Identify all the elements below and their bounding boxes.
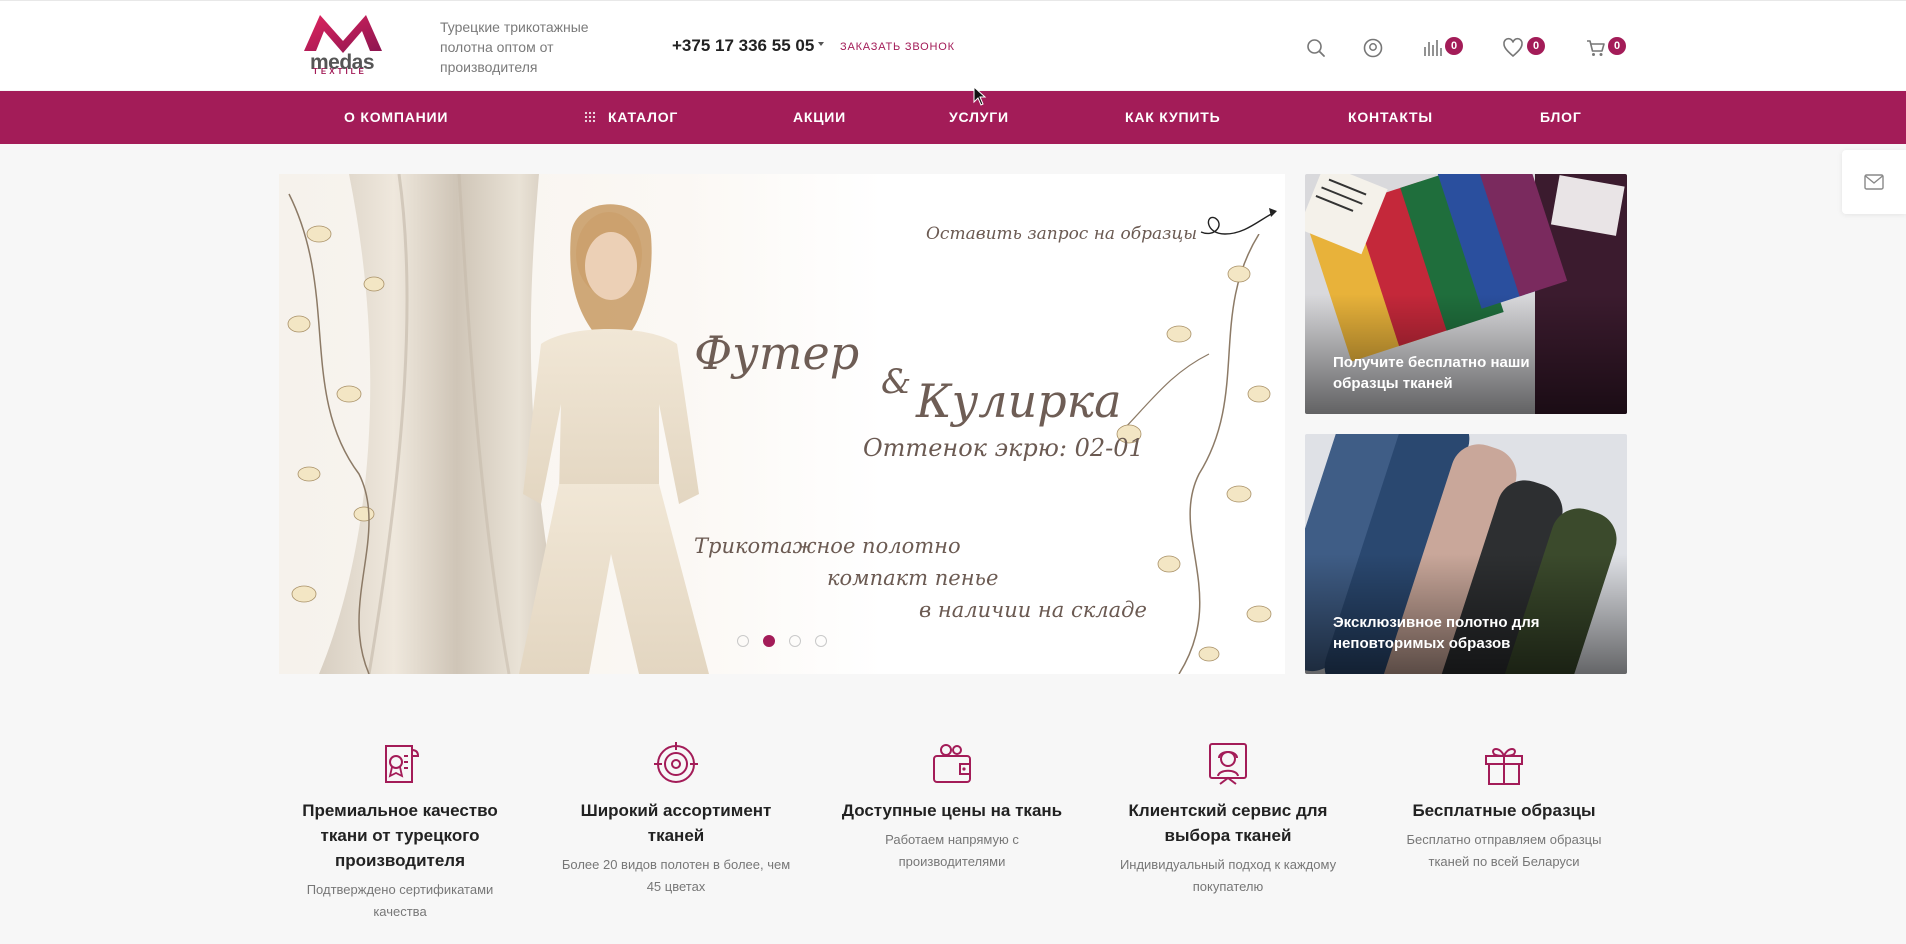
phone-number[interactable]: +375 17 336 55 05 <box>672 36 814 56</box>
compare-icon[interactable] <box>1422 37 1444 59</box>
feature-quality: Премиальное качество ткани от турецкого … <box>285 742 515 923</box>
feature-title: Премиальное качество ткани от турецкого … <box>302 801 498 870</box>
phone-dropdown-icon[interactable] <box>818 42 824 46</box>
nav-item-how-to-buy[interactable]: КАК КУПИТЬ <box>1125 91 1220 144</box>
nav-item-promotions[interactable]: АКЦИИ <box>793 91 846 144</box>
search-icon[interactable] <box>1305 37 1327 59</box>
compare-count-badge: 0 <box>1445 37 1463 55</box>
main-nav: О КОМПАНИИ КАТАЛОГ АКЦИИ УСЛУГИ КАК КУПИ… <box>0 91 1906 144</box>
hero-title-line2: Кулирка <box>916 374 1122 428</box>
page: medas TEXTILE Турецкие трикотажные полот… <box>0 0 1906 944</box>
feature-assortment: Широкий ассортимент тканей Более 20 видо… <box>561 742 791 898</box>
slider-dot-4[interactable] <box>815 635 827 647</box>
wallet-icon <box>933 744 971 783</box>
feature-title: Доступные цены на ткань <box>841 801 1063 820</box>
slider-dot-2[interactable] <box>763 635 775 647</box>
arrow-icon <box>1200 208 1277 235</box>
hero-body-line3: в наличии на складе <box>919 598 1147 622</box>
favorites-count-badge: 0 <box>1527 37 1545 55</box>
support-icon <box>1209 743 1247 785</box>
header: medas TEXTILE Турецкие трикотажные полот… <box>0 0 1906 90</box>
nav-item-contacts[interactable]: КОНТАКТЫ <box>1348 91 1433 144</box>
feature-desc: Бесплатно отправляем образцы тканей по в… <box>1406 832 1602 869</box>
request-samples-link[interactable]: Оставить запрос на образцы <box>926 224 1197 244</box>
feature-title: Широкий ассортимент тканей <box>580 801 772 845</box>
user-icon[interactable] <box>1362 37 1384 59</box>
feature-desc: Более 20 видов полотен в более, чем 45 ц… <box>561 857 791 894</box>
hero-body-line1: Трикотажное полотно <box>694 534 961 558</box>
hero-title-ampersand: & <box>881 362 912 402</box>
promo-card-exclusive-text: Эксклюзивное полотно для неповторимых об… <box>1333 614 1540 652</box>
cart-icon[interactable] <box>1585 37 1607 59</box>
slider-dot-3[interactable] <box>789 635 801 647</box>
hero-banner[interactable]: Оставить запрос на образцы Футер & Кулир… <box>279 174 1285 674</box>
feature-service: Клиентский сервис для выбора тканей Инди… <box>1113 742 1343 898</box>
nav-item-catalog-label: КАТАЛОГ <box>608 109 679 125</box>
nav-item-blog[interactable]: БЛОГ <box>1540 91 1582 144</box>
callback-link[interactable]: ЗАКАЗАТЬ ЗВОНОК <box>840 41 955 53</box>
promo-card-samples-text: Получите бесплатно наши образцы тканей <box>1333 354 1530 392</box>
feature-free-samples: Бесплатные образцы Бесплатно отправляем … <box>1389 742 1619 873</box>
feature-desc: Индивидуальный подход к каждому покупате… <box>1119 857 1337 894</box>
hero-shade: Оттенок экрю: 02-01 <box>863 434 1144 462</box>
promo-card-exclusive[interactable]: Эксклюзивное полотно для неповторимых об… <box>1305 434 1627 674</box>
nav-item-company[interactable]: О КОМПАНИИ <box>344 91 448 144</box>
promo-card-samples[interactable]: Получите бесплатно наши образцы тканей <box>1305 174 1627 414</box>
certificate-icon <box>385 745 420 783</box>
feedback-tab[interactable] <box>1842 150 1906 214</box>
feature-desc: Работаем напрямую с производителями <box>885 832 1019 869</box>
hero-body-line2: компакт пенье <box>827 566 999 590</box>
feature-title: Клиентский сервис для выбора тканей <box>1128 801 1328 845</box>
nav-item-catalog[interactable]: КАТАЛОГ <box>584 91 678 144</box>
target-icon <box>654 742 698 783</box>
mail-icon <box>1864 174 1884 190</box>
gift-icon <box>1485 748 1523 785</box>
header-tagline: Турецкие трикотажные полотна оптом от пр… <box>440 19 589 75</box>
hero-photo <box>287 174 709 674</box>
feature-title: Бесплатные образцы <box>1412 801 1596 820</box>
slider-dot-1[interactable] <box>737 635 749 647</box>
feature-desc: Подтверждено сертификатами качества <box>306 882 494 919</box>
cart-count-badge: 0 <box>1608 37 1626 55</box>
hero-title-line1: Футер <box>694 326 860 380</box>
heart-icon[interactable] <box>1502 37 1524 59</box>
grid-icon <box>584 111 596 123</box>
mouse-cursor-icon <box>973 86 987 106</box>
logo-subtitle: TEXTILE <box>313 67 367 76</box>
feature-prices: Доступные цены на ткань Работаем напряму… <box>837 742 1067 873</box>
